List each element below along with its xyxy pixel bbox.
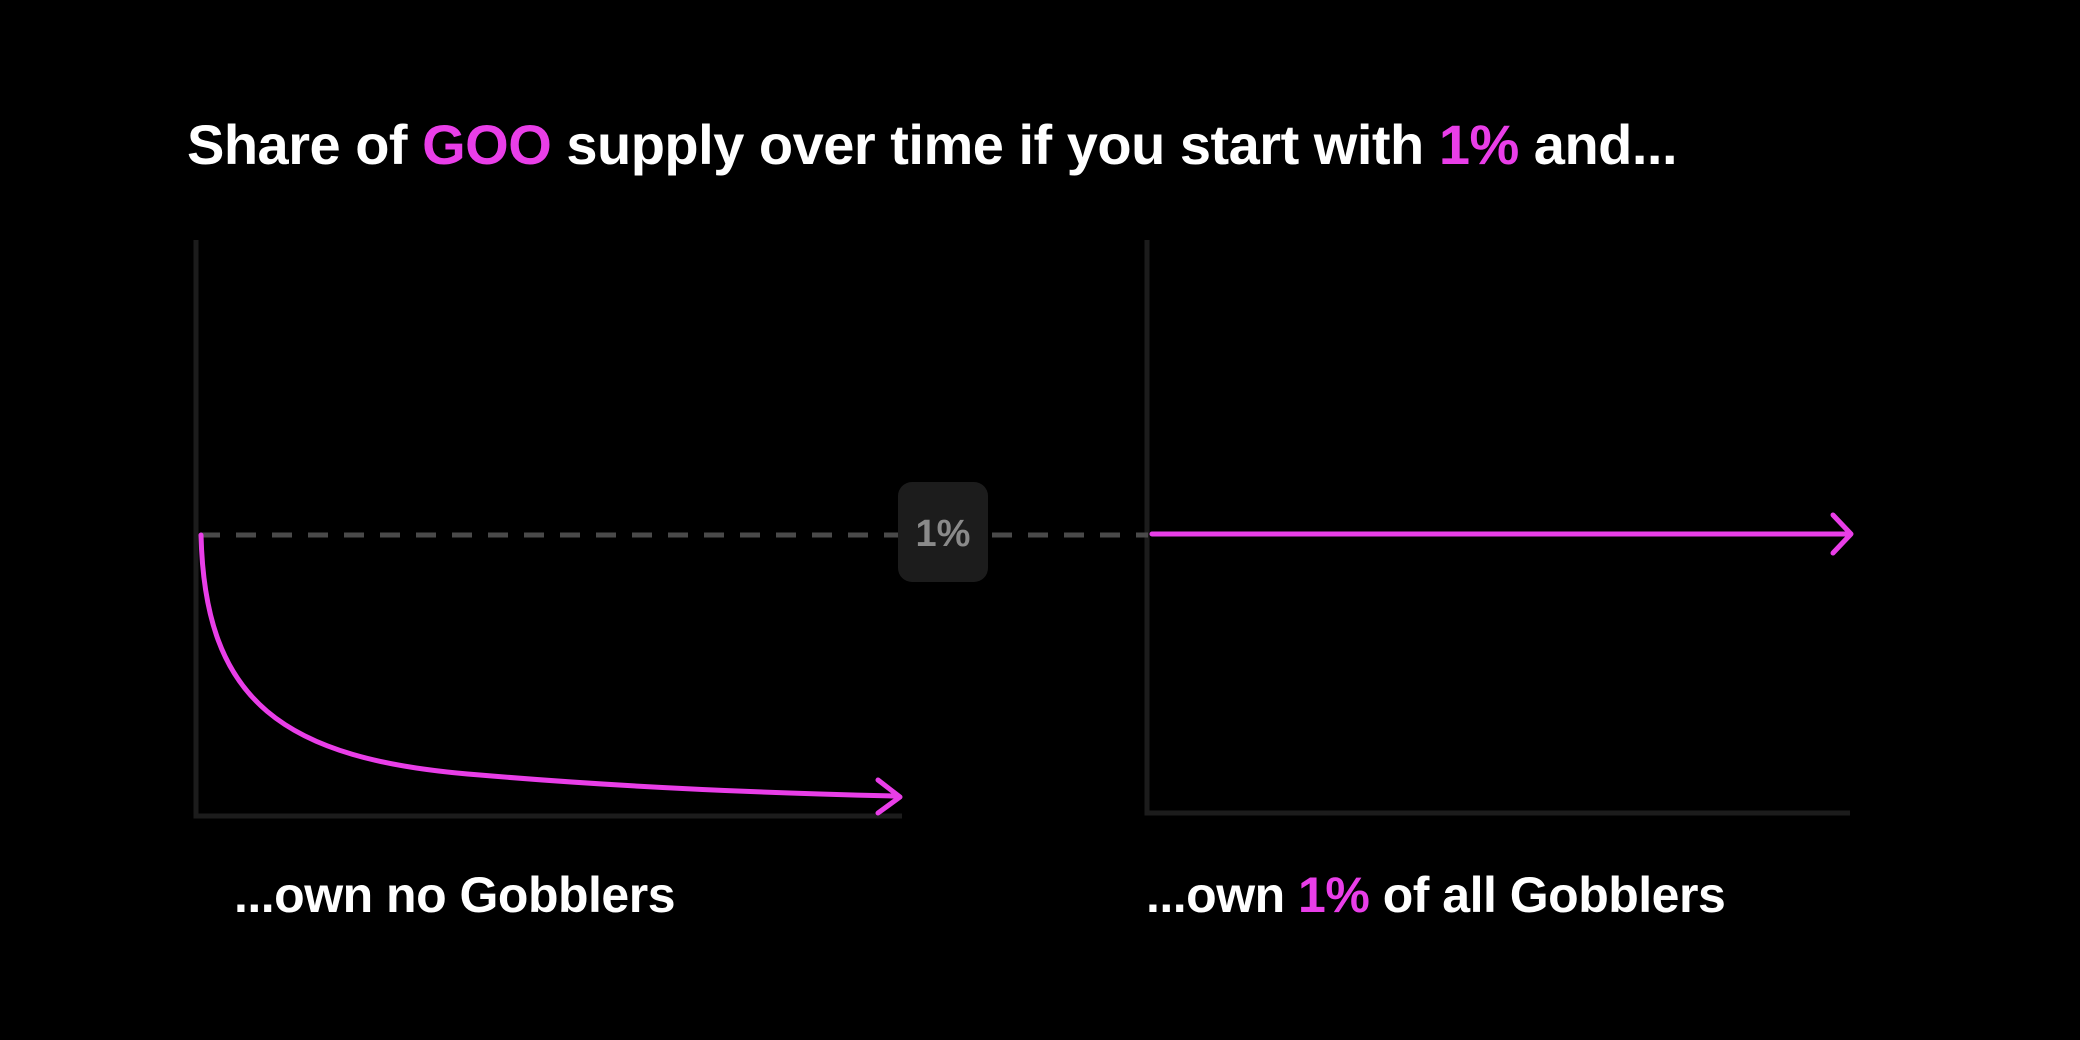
caption-one-percent-gobblers: ...own 1% of all Gobblers xyxy=(1146,866,1726,924)
reference-badge-label: 1% xyxy=(916,513,971,555)
decay-curve xyxy=(198,532,898,799)
right-axes xyxy=(1144,240,1850,816)
caption-right-part-2: of all Gobblers xyxy=(1369,867,1726,923)
caption-right-part-1: ...own xyxy=(1146,867,1299,923)
left-axes xyxy=(193,240,902,819)
caption-right-percent: 1% xyxy=(1298,867,1370,923)
caption-no-gobblers: ...own no Gobblers xyxy=(234,867,676,923)
